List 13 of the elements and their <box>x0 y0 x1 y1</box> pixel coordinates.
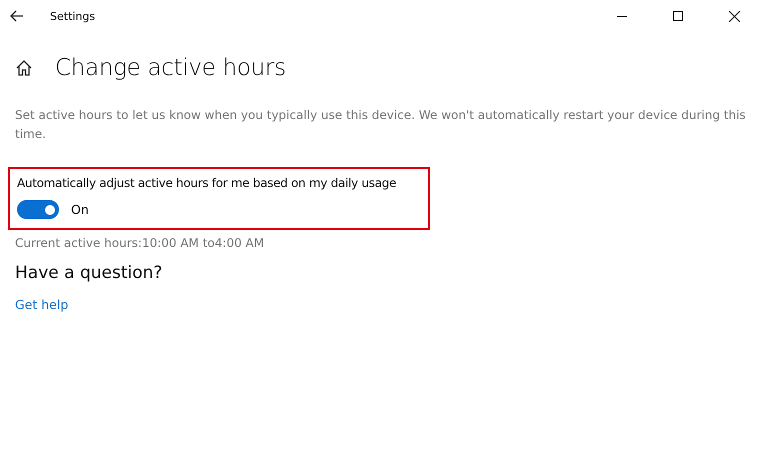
close-icon[interactable] <box>729 10 740 22</box>
setting-label: Automatically adjust active hours for me based on my daily usage <box>17 175 396 191</box>
page-title: Change active hours <box>55 55 286 81</box>
description-text: Set active hours to let us know when you typically use this device. We won't automatically restart your device during this time. <box>15 107 747 143</box>
maximize-icon[interactable] <box>673 11 683 21</box>
home-icon[interactable] <box>15 59 33 77</box>
help-heading: Have a question? <box>15 263 162 283</box>
current-hours-text: Current active hours:10:00 AM to4:00 AM <box>15 236 264 250</box>
window-title: Settings <box>50 10 96 22</box>
toggle-switch[interactable] <box>17 200 59 219</box>
get-help-link[interactable]: Get help <box>15 297 68 312</box>
back-icon[interactable] <box>10 10 24 22</box>
toggle-state: On <box>71 202 89 217</box>
